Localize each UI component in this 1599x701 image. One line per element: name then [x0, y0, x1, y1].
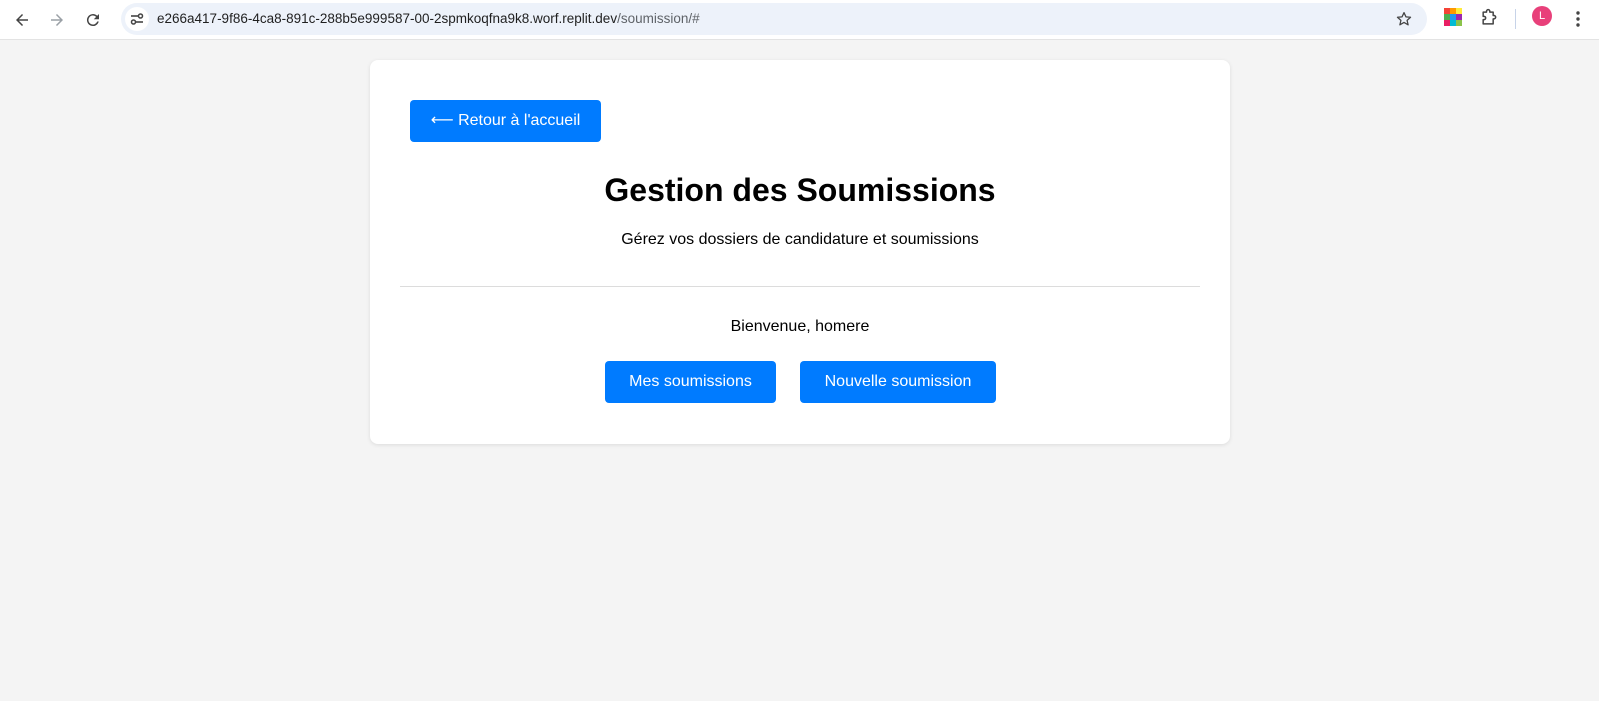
- profile-avatar[interactable]: L: [1532, 6, 1552, 26]
- submissions-card: ⟵ Retour à l'accueil Gestion des Soumiss…: [370, 60, 1230, 444]
- my-submissions-button[interactable]: Mes soumissions: [605, 361, 776, 403]
- section-divider: [400, 286, 1200, 287]
- url-host: e266a417-9f86-4ca8-891c-288b5e999587-00-…: [157, 11, 618, 26]
- color-extension-icon[interactable]: [1444, 8, 1462, 26]
- new-submission-button[interactable]: Nouvelle soumission: [800, 361, 996, 403]
- welcome-message: Bienvenue, homere: [730, 318, 870, 335]
- bookmark-star-icon[interactable]: [1395, 10, 1413, 28]
- address-bar[interactable]: e266a417-9f86-4ca8-891c-288b5e999587-00-…: [121, 3, 1427, 35]
- forward-arrow-icon[interactable]: [41, 4, 73, 36]
- site-settings-icon[interactable]: [125, 7, 149, 31]
- url-path: /soumission/#: [617, 11, 700, 26]
- page-title: Gestion des Soumissions: [604, 172, 996, 208]
- reload-icon[interactable]: [77, 4, 109, 36]
- url-text[interactable]: e266a417-9f86-4ca8-891c-288b5e999587-00-…: [157, 3, 700, 35]
- back-arrow-icon[interactable]: [6, 4, 38, 36]
- toolbar-divider: [1515, 9, 1516, 29]
- back-home-button[interactable]: ⟵ Retour à l'accueil: [410, 100, 601, 142]
- kebab-menu-icon[interactable]: [1570, 7, 1586, 31]
- browser-toolbar: e266a417-9f86-4ca8-891c-288b5e999587-00-…: [0, 0, 1599, 40]
- puzzle-extensions-icon[interactable]: [1479, 8, 1499, 28]
- page-subtitle: Gérez vos dossiers de candidature et sou…: [621, 231, 979, 248]
